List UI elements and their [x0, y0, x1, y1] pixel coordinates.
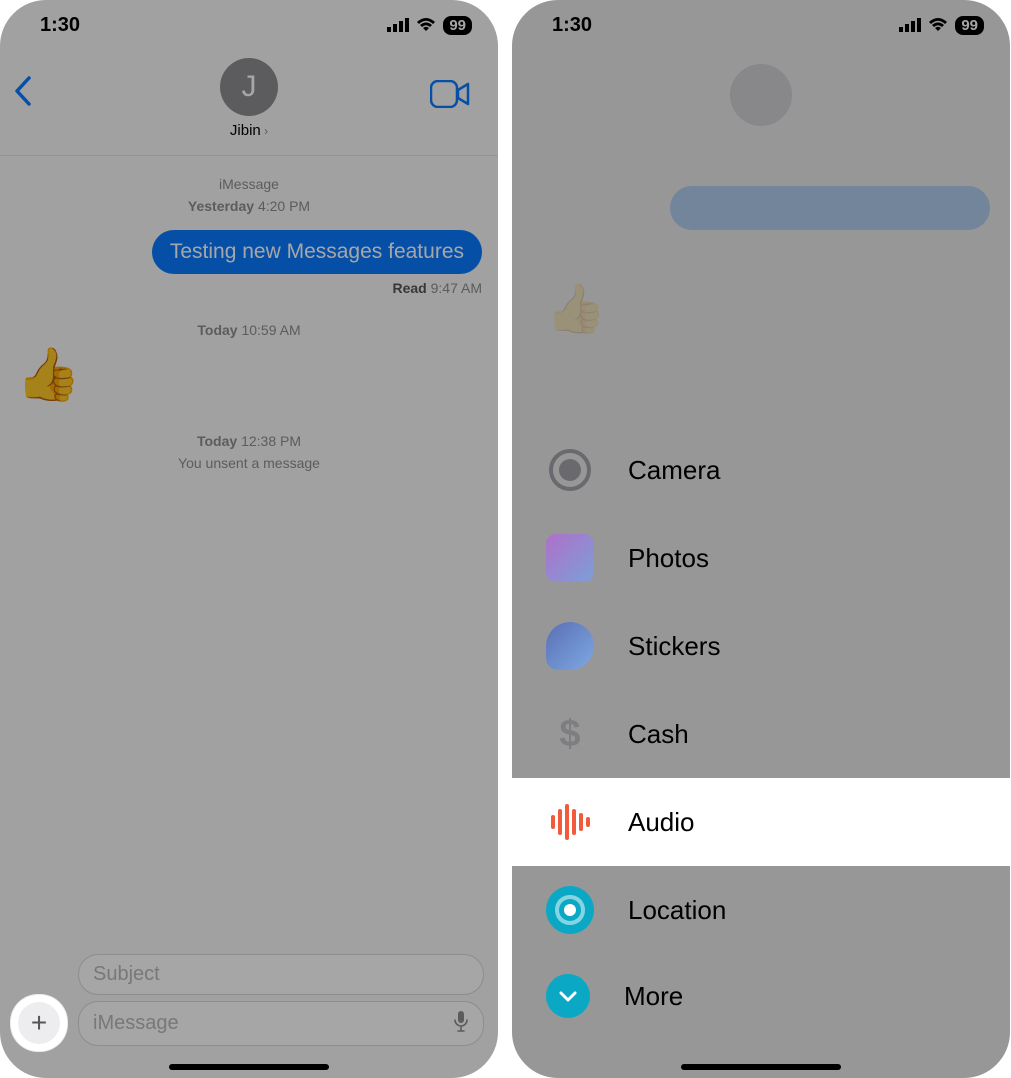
stickers-icon: [546, 622, 594, 670]
audio-waveform-icon: [546, 798, 594, 846]
compose-area: Subject iMessage: [0, 954, 498, 1054]
menu-item-more[interactable]: More: [512, 954, 1010, 1038]
message-placeholder: iMessage: [93, 1012, 179, 1035]
home-indicator[interactable]: [169, 1064, 329, 1070]
menu-item-location[interactable]: Location: [512, 866, 1010, 954]
status-time: 1:30: [552, 14, 592, 37]
menu-label-camera: Camera: [628, 455, 720, 486]
facetime-button[interactable]: [430, 80, 470, 113]
back-button[interactable]: [14, 76, 32, 115]
cellular-signal-icon: [387, 18, 409, 32]
message-thread[interactable]: iMessage Yesterday 4:20 PM Testing new M…: [0, 156, 498, 485]
contact-info-button[interactable]: J Jibin: [220, 58, 278, 139]
menu-item-cash[interactable]: $ Cash: [512, 690, 1010, 778]
menu-label-more: More: [624, 981, 683, 1012]
more-chevron-icon: [546, 974, 590, 1018]
phone-left-conversation: 1:30 99 J Jibin iMessage Yesterday 4:20 …: [0, 0, 498, 1078]
status-time: 1:30: [40, 14, 80, 37]
cash-icon: $: [546, 710, 594, 758]
status-bar: 1:30 99: [0, 0, 498, 50]
apps-menu-sheet: Camera Photos Stickers $ Cash Audio Loca…: [512, 426, 1010, 1038]
menu-label-audio: Audio: [628, 807, 695, 838]
menu-item-camera[interactable]: Camera: [512, 426, 1010, 514]
battery-level: 99: [443, 16, 472, 35]
service-label: iMessage: [16, 176, 482, 192]
timestamp-2: Today 10:59 AM: [16, 322, 482, 338]
home-indicator[interactable]: [681, 1064, 841, 1070]
timestamp-1: Yesterday 4:20 PM: [16, 198, 482, 214]
subject-placeholder: Subject: [93, 963, 160, 986]
unsent-notice: You unsent a message: [16, 455, 482, 471]
camera-icon: [546, 446, 594, 494]
menu-label-stickers: Stickers: [628, 631, 720, 662]
cellular-signal-icon: [899, 18, 921, 32]
wifi-icon: [927, 17, 949, 33]
sent-message-bubble[interactable]: Testing new Messages features: [152, 230, 482, 274]
menu-label-location: Location: [628, 895, 726, 926]
message-input[interactable]: iMessage: [78, 1001, 484, 1046]
battery-level: 99: [955, 16, 984, 35]
subject-input[interactable]: Subject: [78, 954, 484, 995]
status-icons: 99: [899, 16, 984, 35]
phone-right-apps-menu: 1:30 99 👍 Camera Photos: [512, 0, 1010, 1078]
status-bar: 1:30 99: [512, 0, 1010, 50]
status-icons: 99: [387, 16, 472, 35]
location-icon: [546, 886, 594, 934]
thumbs-up-sticker[interactable]: 👍: [16, 344, 482, 405]
avatar: J: [220, 58, 278, 116]
contact-name: Jibin: [220, 122, 278, 139]
microphone-icon[interactable]: [453, 1010, 469, 1037]
menu-label-cash: Cash: [628, 719, 689, 750]
wifi-icon: [415, 17, 437, 33]
plus-icon: +: [18, 1002, 60, 1044]
read-receipt: Read 9:47 AM: [16, 280, 482, 296]
menu-item-stickers[interactable]: Stickers: [512, 602, 1010, 690]
plus-button[interactable]: +: [10, 994, 68, 1052]
menu-item-photos[interactable]: Photos: [512, 514, 1010, 602]
menu-item-audio[interactable]: Audio: [512, 778, 1010, 866]
photos-icon: [546, 534, 594, 582]
conversation-header: J Jibin: [0, 50, 498, 156]
timestamp-3: Today 12:38 PM: [16, 433, 482, 449]
menu-label-photos: Photos: [628, 543, 709, 574]
